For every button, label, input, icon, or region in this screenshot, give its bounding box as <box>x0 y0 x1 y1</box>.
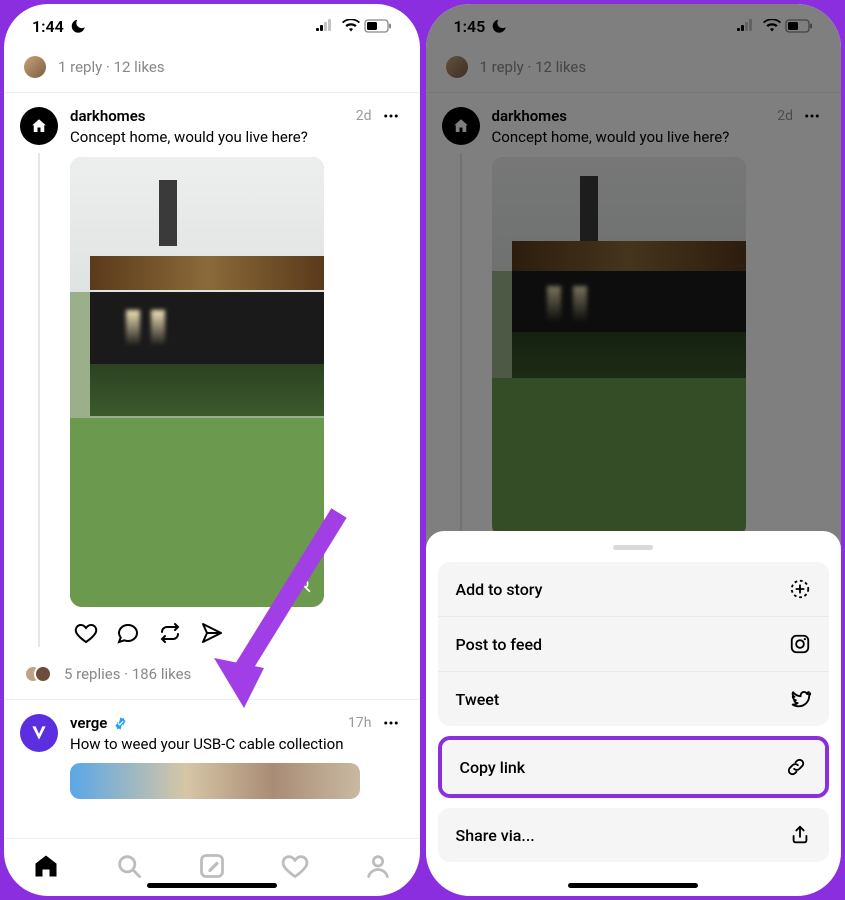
post[interactable]: darkhomes 2d Concept home, would you liv… <box>4 93 420 657</box>
post-time: 2d <box>356 108 372 124</box>
avatar[interactable] <box>20 714 58 752</box>
share-via-button[interactable]: Share via... <box>438 808 830 862</box>
dnd-moon-icon <box>491 18 507 34</box>
home-indicator[interactable] <box>568 883 698 888</box>
status-bar: 1:45 <box>426 4 842 48</box>
nav-home-icon[interactable] <box>32 852 60 884</box>
row-label: Share via... <box>456 826 535 845</box>
post-media <box>492 157 746 537</box>
post-time: 2d <box>777 108 793 124</box>
avatar <box>446 56 468 78</box>
thread-stats-text: 1 reply · 12 likes <box>58 58 165 76</box>
reply-icon[interactable] <box>116 621 140 645</box>
row-label: Copy link <box>460 758 526 777</box>
post-to-feed-button[interactable]: Post to feed <box>438 617 830 672</box>
post[interactable]: verge 17h How to weed your USB-C cable c… <box>4 700 420 808</box>
link-icon <box>785 756 807 778</box>
annotation-highlight: Copy link <box>438 736 830 798</box>
status-time: 1:44 <box>32 17 64 36</box>
copy-link-button[interactable]: Copy link <box>442 740 826 794</box>
tweet-button[interactable]: Tweet <box>438 672 830 726</box>
phone-right: 1:45 1 reply · 12 likes <box>426 4 842 896</box>
share-icon <box>789 824 811 846</box>
post-media[interactable] <box>70 157 324 607</box>
row-label: Add to story <box>456 580 543 599</box>
status-time: 1:45 <box>454 17 486 36</box>
home-indicator[interactable] <box>147 883 277 888</box>
row-label: Tweet <box>456 690 500 709</box>
post-stats[interactable]: 5 replies · 186 likes <box>4 657 420 699</box>
dnd-moon-icon <box>70 18 86 34</box>
post-stats-text: 5 replies · 186 likes <box>64 665 191 683</box>
avatar <box>442 107 480 145</box>
more-icon[interactable] <box>378 107 404 125</box>
twitter-icon <box>789 688 811 710</box>
avatar[interactable] <box>24 56 46 78</box>
wifi-icon <box>342 19 360 33</box>
prev-thread-stats: 1 reply · 12 likes <box>426 48 842 92</box>
post-media[interactable] <box>70 763 360 799</box>
username: darkhomes <box>492 107 568 125</box>
thread-line <box>38 153 40 647</box>
post-text: How to weed your USB-C cable collection <box>70 734 404 754</box>
status-bar: 1:44 <box>4 4 420 48</box>
stacked-avatars[interactable] <box>24 663 52 685</box>
username[interactable]: verge <box>70 714 107 732</box>
share-icon[interactable] <box>200 621 224 645</box>
post-text: Concept home, would you live here? <box>492 127 826 147</box>
add-to-story-button[interactable]: Add to story <box>438 562 830 617</box>
sheet-group: Share via... <box>438 808 830 862</box>
dual-sim-signal-icon <box>737 19 759 33</box>
battery-icon <box>364 19 392 33</box>
post-text: Concept home, would you live here? <box>70 127 404 147</box>
battery-icon <box>785 19 813 33</box>
repost-icon[interactable] <box>158 621 182 645</box>
nav-profile-icon[interactable] <box>364 852 392 884</box>
sheet-group: Add to story Post to feed Tweet <box>438 562 830 726</box>
more-icon <box>799 107 825 125</box>
thread-line <box>460 153 462 537</box>
post-time: 17h <box>348 715 371 731</box>
nav-search-icon[interactable] <box>115 852 143 884</box>
row-label: Post to feed <box>456 635 543 654</box>
username[interactable]: darkhomes <box>70 107 146 125</box>
share-sheet: Add to story Post to feed Tweet Copy <box>426 531 842 896</box>
instagram-icon <box>789 633 811 655</box>
verified-badge-icon <box>113 716 128 731</box>
post-actions <box>70 619 404 647</box>
thread-stats-text: 1 reply · 12 likes <box>480 58 587 76</box>
phone-left: 1:44 1 reply · 12 likes <box>4 4 420 896</box>
nav-activity-icon[interactable] <box>281 852 309 884</box>
mute-icon[interactable] <box>288 571 314 597</box>
add-story-icon <box>789 578 811 600</box>
sheet-handle[interactable] <box>613 545 653 550</box>
more-icon[interactable] <box>378 714 404 732</box>
nav-compose-icon[interactable] <box>198 852 226 884</box>
post: darkhomes 2d Concept home, would you liv… <box>426 93 842 547</box>
wifi-icon <box>763 19 781 33</box>
dual-sim-signal-icon <box>316 19 338 33</box>
avatar[interactable] <box>20 107 58 145</box>
prev-thread-stats[interactable]: 1 reply · 12 likes <box>4 48 420 92</box>
like-icon[interactable] <box>74 621 98 645</box>
feed[interactable]: 1 reply · 12 likes darkhomes 2d <box>4 48 420 838</box>
